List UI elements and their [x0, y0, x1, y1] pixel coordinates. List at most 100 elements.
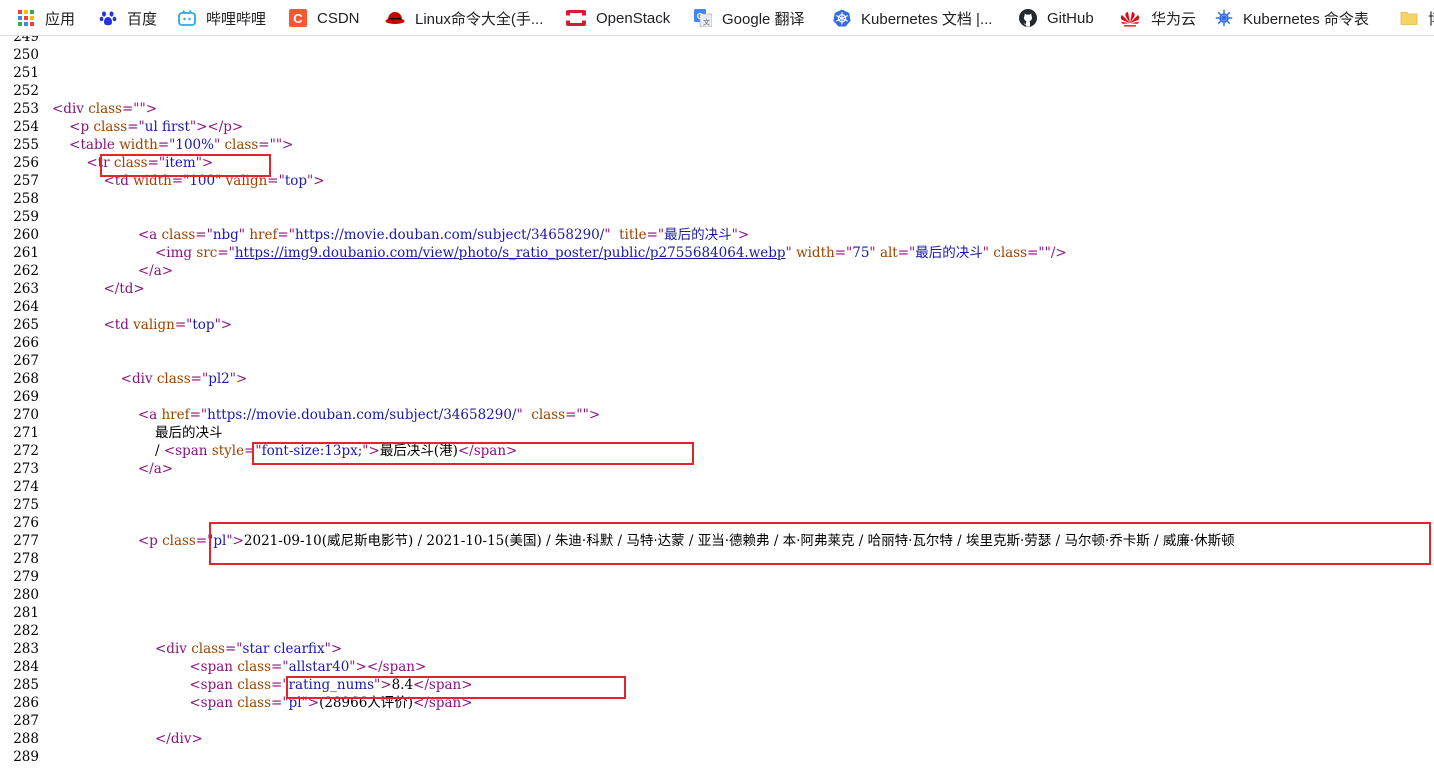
code-token: ="	[1027, 245, 1045, 261]
bookmark-kubernetes-cheatsheet[interactable]: Kubernetes 命令表	[1215, 5, 1369, 31]
line-number: 252	[13, 83, 39, 99]
code-token: <span	[189, 677, 238, 693]
code-token: <table	[69, 137, 120, 153]
kubernetes-helm-icon	[1215, 9, 1233, 27]
bookmark-google-translate[interactable]: G 文 Google 翻译	[694, 5, 805, 31]
line-number: 251	[13, 65, 39, 81]
code-token: 2021-09-10(威尼斯电影节) / 2021-10-15(美国) / 朱迪…	[243, 533, 1235, 549]
code-token: ="	[157, 137, 176, 153]
bookmark-label: GitHub	[1047, 9, 1094, 27]
bookmark-openstack[interactable]: OpenStack	[566, 5, 670, 31]
code-token: "	[215, 173, 226, 189]
line-number: 273	[13, 461, 39, 477]
line-number: 269	[13, 389, 39, 405]
code-token: ="	[127, 119, 145, 135]
svg-text:C: C	[293, 11, 303, 26]
code-token: ">	[301, 695, 320, 711]
bookmark-huawei-cloud[interactable]: 华为云	[1119, 5, 1196, 31]
line-number: 282	[13, 623, 39, 639]
source-link[interactable]: https://img9.doubanio.com/view/photo/s_r…	[235, 245, 786, 261]
line-number: 276	[13, 515, 39, 531]
line-number: 285	[13, 677, 39, 693]
code-token: style	[211, 443, 245, 459]
line-number: 289	[13, 749, 39, 765]
code-token: <a	[137, 407, 162, 423]
code-token: "	[516, 407, 532, 423]
code-token: ul first	[144, 119, 190, 135]
code-token: </div>	[155, 731, 203, 747]
bookmark-apps[interactable]: 应用	[17, 5, 75, 31]
bookmark-label: Google 翻译	[722, 10, 805, 28]
code-token: valign	[225, 173, 268, 189]
code-token: ="	[271, 659, 289, 675]
code-token: ="	[897, 245, 916, 261]
line-code: <div class="">	[52, 100, 157, 118]
code-token: ">	[214, 317, 233, 333]
code-token: pl	[288, 695, 302, 711]
line-code: <tr class="item">	[52, 154, 213, 172]
code-token: <p	[137, 533, 163, 549]
code-token: src	[196, 245, 218, 261]
line-code: </div>	[52, 730, 203, 748]
code-token: </a>	[137, 461, 174, 477]
huawei-icon	[1119, 9, 1141, 27]
line-number: 277	[13, 533, 39, 549]
line-number: 271	[13, 425, 39, 441]
line-code: <div class="pl2">	[52, 370, 248, 388]
line-number: 287	[13, 713, 39, 729]
code-token: "	[982, 245, 994, 261]
line-number: 263	[13, 281, 39, 297]
code-token: ">	[324, 641, 343, 657]
apps-grid-icon	[17, 9, 35, 27]
bookmark-bilibili[interactable]: 哔哩哔哩	[178, 5, 266, 31]
line-number: 272	[13, 443, 39, 459]
bookmark-label: Kubernetes 命令表	[1243, 10, 1369, 28]
code-token: class	[993, 245, 1028, 261]
code-token: alt	[879, 245, 898, 261]
code-token: (28966人评价)	[319, 695, 414, 711]
bookmark-github[interactable]: GitHub	[1019, 5, 1094, 31]
svg-text:文: 文	[703, 18, 710, 27]
code-token: ="	[217, 245, 235, 261]
google-translate-icon: G 文	[694, 9, 712, 27]
bookmark-csdn[interactable]: C CSDN	[289, 5, 360, 31]
code-token: class	[237, 677, 272, 693]
bookmark-baidu[interactable]: 百度	[99, 5, 157, 31]
bookmark-folder-overflow[interactable]: 博	[1400, 5, 1434, 31]
bookmark-linux-commands[interactable]: Linux命令大全(手...	[385, 5, 543, 31]
code-token: class	[93, 119, 128, 135]
code-token: ="	[271, 695, 289, 711]
code-token: <span	[189, 659, 238, 675]
code-token: href	[249, 227, 278, 243]
code-token: ">	[582, 407, 601, 423]
line-number: 286	[13, 695, 39, 711]
code-token: 最后决斗(港)	[379, 443, 458, 459]
kubernetes-icon	[833, 9, 851, 27]
line-number: 258	[13, 191, 39, 207]
bookmark-kubernetes-docs[interactable]: Kubernetes 文档 |...	[833, 5, 992, 31]
code-token: pl2	[208, 371, 230, 387]
code-token: <div	[52, 101, 89, 117]
bookmark-label: 百度	[127, 10, 158, 28]
code-token: <p	[69, 119, 94, 135]
code-token: 8.4	[391, 677, 414, 693]
code-token: ">	[195, 155, 214, 171]
code-token: "/>	[1044, 245, 1067, 261]
line-number: 284	[13, 659, 39, 675]
code-token: class	[88, 101, 122, 117]
code-token: "	[238, 227, 250, 243]
code-token: <span	[163, 443, 212, 459]
code-token: ="	[171, 173, 190, 189]
code-token: </span>	[457, 443, 518, 459]
bookmark-label: 博	[1428, 8, 1434, 29]
code-token: nbg	[212, 227, 239, 243]
bookmark-label: Kubernetes 文档 |...	[861, 10, 993, 28]
